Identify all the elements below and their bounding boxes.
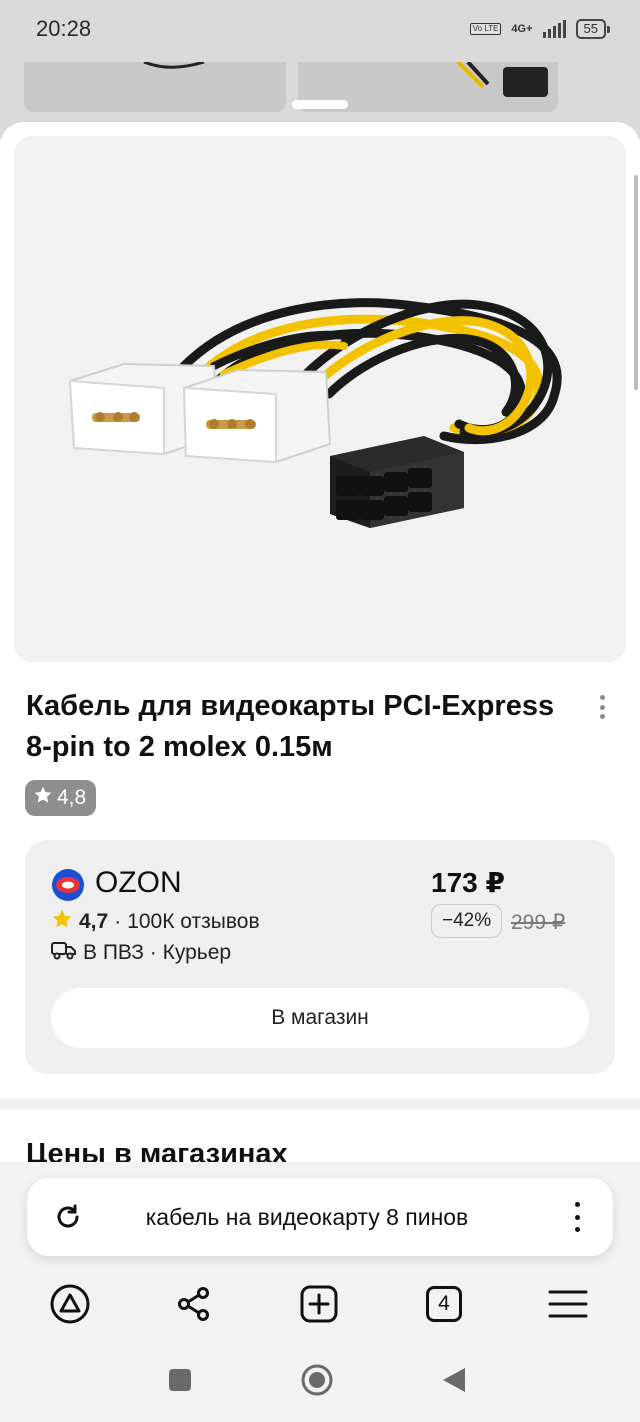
alice-icon[interactable] bbox=[48, 1282, 92, 1326]
battery-icon: 55 bbox=[575, 19, 611, 39]
search-query[interactable]: кабель на видеокарту 8 пинов bbox=[97, 1178, 517, 1256]
status-bar: 20:28 Vo LTE 4G+ 55 bbox=[0, 0, 640, 58]
section-divider bbox=[0, 1098, 640, 1110]
ozon-logo-icon bbox=[51, 868, 85, 902]
recents-icon[interactable] bbox=[162, 1362, 198, 1398]
shop-rating: 4,7 · 100К отзывов bbox=[51, 908, 260, 936]
product-image[interactable] bbox=[14, 136, 626, 662]
signal-icon bbox=[542, 20, 566, 38]
page-scrollbar[interactable] bbox=[634, 175, 638, 390]
background-thumbnail-left bbox=[24, 62, 286, 112]
star-icon bbox=[33, 785, 53, 811]
delivery-info: В ПВЗ · Курьер bbox=[51, 939, 231, 967]
delivery-text: В ПВЗ · Курьер bbox=[83, 941, 232, 964]
product-more-button[interactable] bbox=[590, 692, 614, 722]
refresh-icon[interactable] bbox=[51, 1200, 85, 1234]
offer-price: 173 ₽ bbox=[431, 867, 505, 898]
status-time: 20:28 bbox=[36, 16, 92, 41]
shop-reviews[interactable]: 100К отзывов bbox=[127, 910, 259, 934]
tabs-count: 4 bbox=[426, 1286, 462, 1322]
separator-dot: · bbox=[114, 910, 122, 933]
star-icon bbox=[51, 908, 73, 936]
volte-icon: Vo LTE bbox=[469, 23, 502, 35]
shop-rating-value: 4,7 bbox=[79, 910, 109, 933]
sheet-grab-handle[interactable] bbox=[292, 100, 348, 109]
search-bar[interactable]: кабель на видеокарту 8 пинов bbox=[27, 1178, 613, 1256]
discount-badge: −42% bbox=[431, 904, 503, 938]
product-title: Кабель для видеокарты PCI-Express 8-pin … bbox=[26, 690, 555, 763]
shop-name[interactable]: OZON bbox=[95, 866, 182, 900]
network-type: 4G+ bbox=[511, 23, 533, 35]
prices-section: Цены в магазинах bbox=[0, 1110, 640, 1162]
tabs-icon[interactable]: 4 bbox=[422, 1282, 466, 1326]
offer-card[interactable]: OZON 4,7 · 100К отзывов В ПВЗ · Курьер 1… bbox=[25, 840, 615, 1074]
home-icon[interactable] bbox=[299, 1362, 335, 1398]
back-icon[interactable] bbox=[436, 1362, 472, 1398]
share-icon[interactable] bbox=[172, 1282, 216, 1326]
product-rating-chip[interactable]: 4,8 bbox=[25, 780, 97, 816]
menu-icon[interactable] bbox=[546, 1282, 590, 1326]
new-tab-icon[interactable] bbox=[297, 1282, 341, 1326]
product-rating-value: 4,8 bbox=[57, 786, 87, 809]
go-to-store-button[interactable]: В магазин bbox=[51, 988, 589, 1048]
search-more-icon[interactable] bbox=[567, 1200, 587, 1234]
truck-icon bbox=[51, 939, 77, 967]
status-icons: Vo LTE 4G+ 55 bbox=[469, 19, 611, 39]
old-price: 299 ₽ bbox=[511, 911, 566, 934]
prices-section-heading: Цены в магазинах bbox=[26, 1138, 288, 1162]
